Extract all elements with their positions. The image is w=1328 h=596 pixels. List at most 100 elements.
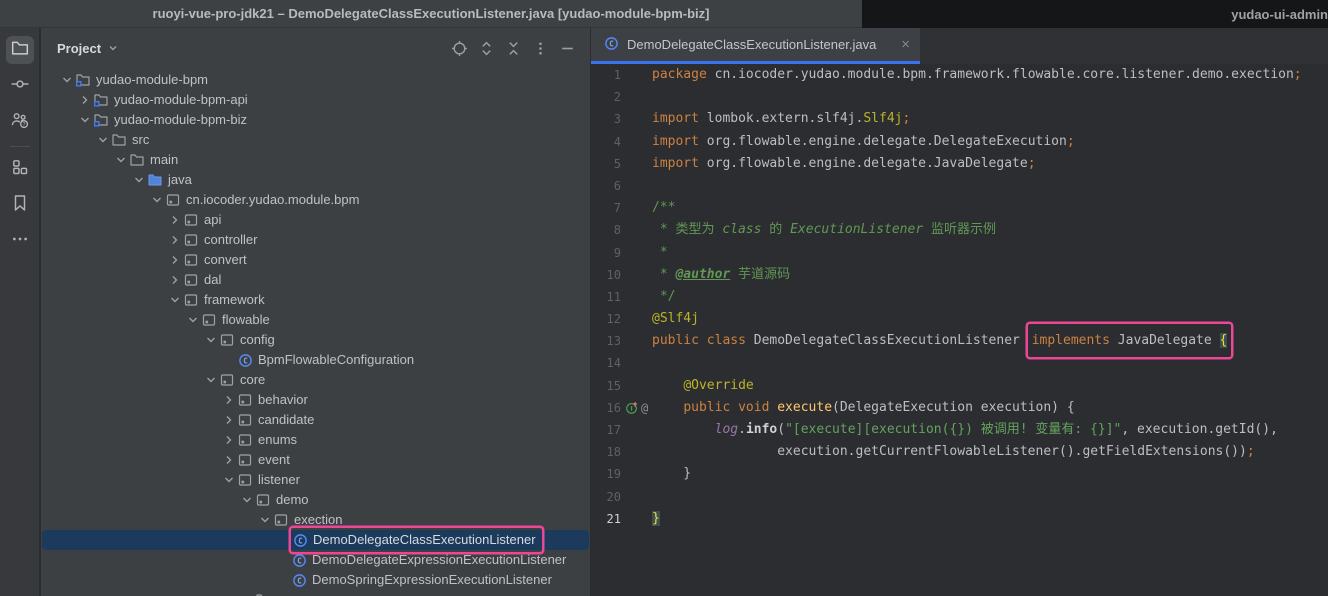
tree-item[interactable]: main [42,150,589,170]
tree-item[interactable]: flowable [42,310,589,330]
line-number[interactable]: 2 [591,86,621,108]
chevron-right-icon[interactable] [239,592,255,596]
code-line[interactable]: 16@ public void execute(DelegateExecutio… [591,397,1328,419]
tree-item[interactable]: controller [42,230,589,250]
chevron-down-icon[interactable] [167,292,183,308]
code-line[interactable]: 4import org.flowable.engine.delegate.Del… [591,131,1328,153]
line-number[interactable]: 12 [591,308,621,330]
tree-item[interactable]: framework [42,290,589,310]
chevron-right-icon[interactable] [221,452,237,468]
chevron-down-icon[interactable] [131,172,147,188]
tree-item[interactable]: CDemoDelegateClassExecutionListener [42,530,589,550]
chevron-down-icon[interactable] [77,112,93,128]
line-number[interactable]: 21 [591,508,621,530]
code-line[interactable]: 9 * [591,242,1328,264]
chevron-right-icon[interactable] [77,92,93,108]
annotation-icon[interactable]: @ [641,397,648,419]
chevron-down-icon[interactable] [106,41,120,55]
line-number[interactable]: 6 [591,175,621,197]
gutter-icon-area[interactable] [621,131,652,153]
tree-item[interactable]: enums [42,430,589,450]
gutter-icon-area[interactable] [621,352,652,374]
gutter-icon-area[interactable] [621,419,652,441]
line-number[interactable]: 18 [591,441,621,463]
tree-item[interactable]: dal [42,270,589,290]
project-tool-button[interactable] [6,36,34,64]
gutter-icon-area[interactable] [621,197,652,219]
tree-item[interactable]: exection [42,510,589,530]
line-number[interactable]: 19 [591,463,621,485]
project-panel-title[interactable]: Project [57,41,101,56]
code-line[interactable]: 11 */ [591,286,1328,308]
tree-item[interactable]: yudao-module-bpm-biz [42,110,589,130]
chevron-down-icon[interactable] [59,72,75,88]
line-number[interactable]: 17 [591,419,621,441]
line-number[interactable]: 11 [591,286,621,308]
tree-item[interactable]: convert [42,250,589,270]
structure-tool-button[interactable] [6,155,34,183]
gutter-icon-area[interactable]: @ [621,397,652,419]
pull-requests-tool-button[interactable]: ? [6,108,34,136]
code-line[interactable]: 7/** [591,197,1328,219]
gutter-icon-area[interactable] [621,308,652,330]
tree-item[interactable]: event [42,450,589,470]
line-number[interactable]: 5 [591,153,621,175]
code-line[interactable]: 18 execution.getCurrentFlowableListener(… [591,441,1328,463]
tree-item[interactable]: cn.iocoder.yudao.module.bpm [42,190,589,210]
bookmarks-tool-button[interactable] [6,191,34,219]
line-number[interactable]: 10 [591,264,621,286]
code-line[interactable]: 21} [591,508,1328,530]
chevron-down-icon[interactable] [239,492,255,508]
gutter-icon-area[interactable] [621,175,652,197]
gutter-icon-area[interactable] [621,508,652,530]
gutter-icon-area[interactable] [621,153,652,175]
chevron-down-icon[interactable] [95,132,111,148]
tree-item[interactable]: CDemoSpringExpressionExecutionListener [42,570,589,590]
tree-item[interactable]: CBpmFlowableConfiguration [42,350,589,370]
gutter-icon-area[interactable] [621,486,652,508]
gutter-icon-area[interactable] [621,441,652,463]
editor-tab-active[interactable]: C DemoDelegateClassExecutionListener.jav… [591,28,920,64]
hide-panel-icon[interactable] [558,39,576,57]
code-area[interactable]: 1package cn.iocoder.yudao.module.bpm.fra… [591,64,1328,596]
chevron-right-icon[interactable] [221,392,237,408]
chevron-down-icon[interactable] [185,312,201,328]
line-number[interactable]: 20 [591,486,621,508]
line-number[interactable]: 13 [591,330,621,352]
tree-item[interactable]: api [42,210,589,230]
chevron-right-icon[interactable] [167,252,183,268]
chevron-down-icon[interactable] [113,152,129,168]
code-line[interactable]: 10 * @author 芋道源码 [591,264,1328,286]
chevron-right-icon[interactable] [167,232,183,248]
tree-item[interactable] [42,590,589,596]
code-line[interactable]: 2 [591,86,1328,108]
gutter-icon-area[interactable] [621,64,652,86]
code-line[interactable]: 17 log.info("[execute][execution({}) 被调用… [591,419,1328,441]
close-icon[interactable]: × [901,36,910,53]
chevron-down-icon[interactable] [203,372,219,388]
tree-item[interactable]: src [42,130,589,150]
code-line[interactable]: 19 } [591,463,1328,485]
gutter-icon-area[interactable] [621,108,652,130]
commit-tool-button[interactable] [6,72,34,100]
tree-item[interactable]: listener [42,470,589,490]
kebab-menu-icon[interactable] [531,39,549,57]
code-line[interactable]: 1package cn.iocoder.yudao.module.bpm.fra… [591,64,1328,86]
code-line[interactable]: 6 [591,175,1328,197]
code-line[interactable]: 5import org.flowable.engine.delegate.Jav… [591,153,1328,175]
line-number[interactable]: 9 [591,242,621,264]
gutter-icon-area[interactable] [621,242,652,264]
more-tool-windows-button[interactable] [6,227,34,255]
tree-item[interactable]: behavior [42,390,589,410]
chevron-down-icon[interactable] [149,192,165,208]
gutter-icon-area[interactable] [621,330,652,352]
line-number[interactable]: 3 [591,108,621,130]
gutter-icon-area[interactable] [621,219,652,241]
tree-item[interactable]: config [42,330,589,350]
tree-item[interactable]: yudao-module-bpm-api [42,90,589,110]
line-number[interactable]: 1 [591,64,621,86]
tree-item[interactable]: CDemoDelegateExpressionExecutionListener [42,550,589,570]
line-number[interactable]: 8 [591,219,621,241]
code-line[interactable]: 8 * 类型为 class 的 ExecutionListener 监听器示例 [591,219,1328,241]
code-line[interactable]: 20 [591,486,1328,508]
